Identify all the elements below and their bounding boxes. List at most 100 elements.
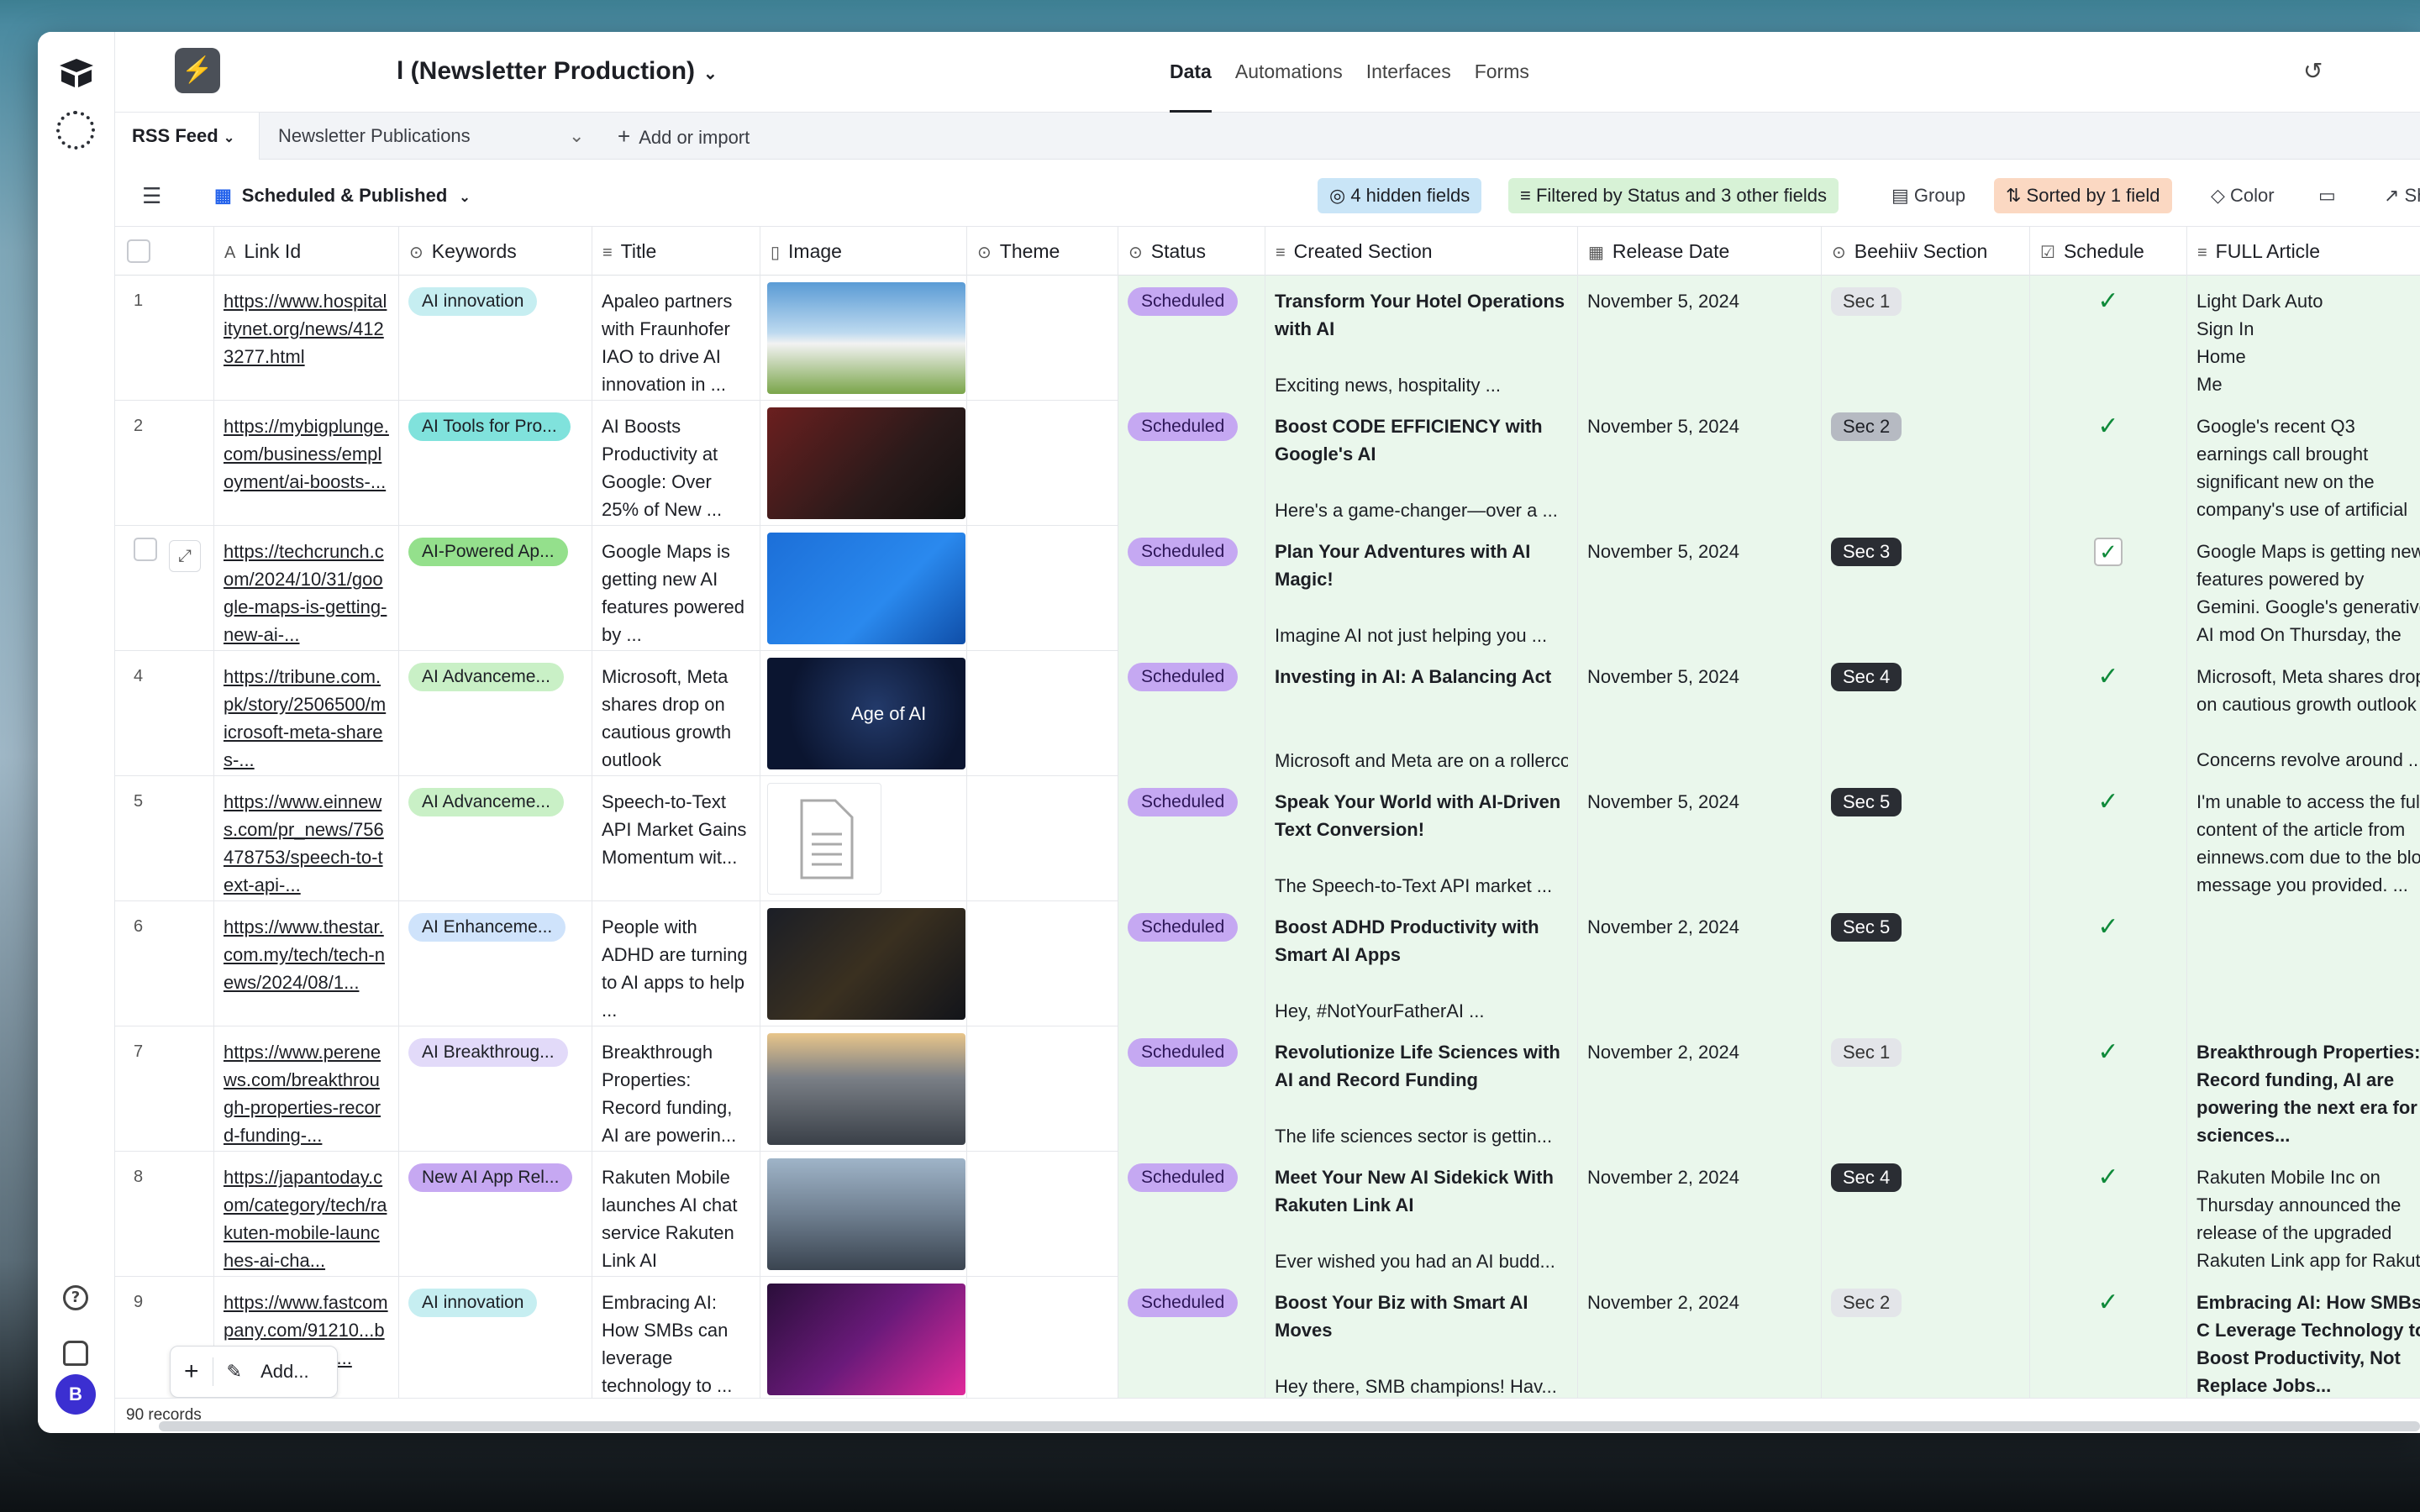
status-cell[interactable]: Scheduled bbox=[1118, 276, 1265, 401]
view-switcher[interactable]: ▦ Scheduled & Published ⌄ bbox=[203, 178, 482, 213]
column-header-full-article[interactable]: ≡ FULL Article bbox=[2187, 227, 2420, 276]
keywords-cell[interactable]: AI innovation bbox=[399, 276, 592, 401]
beehiiv-section-cell[interactable]: Sec 3 bbox=[1822, 526, 2030, 651]
table-row[interactable]: 8 https://japantoday.com/category/tech/ra… bbox=[115, 1152, 2420, 1277]
release-date-cell[interactable]: November 5, 2024 bbox=[1578, 401, 1822, 526]
filter-button[interactable]: ≡ Filtered by Status and 3 other fields bbox=[1508, 178, 1839, 213]
row-number[interactable]: ⤢ bbox=[115, 526, 214, 651]
link-url[interactable]: https://mybigplunge.com/business/employm… bbox=[224, 416, 389, 492]
schedule-cell[interactable]: ✓ bbox=[2030, 526, 2187, 651]
theme-cell[interactable] bbox=[967, 526, 1118, 651]
more-tables-chevron-icon[interactable]: ⌄ bbox=[552, 113, 601, 160]
image-cell[interactable] bbox=[760, 901, 967, 1026]
link-id-cell[interactable]: https://japantoday.com/category/tech/rak… bbox=[214, 1152, 399, 1277]
release-date-cell[interactable]: November 2, 2024 bbox=[1578, 1152, 1822, 1277]
row-number[interactable]: 2 bbox=[115, 401, 214, 526]
keywords-cell[interactable]: AI Advanceme... bbox=[399, 776, 592, 901]
created-section-cell[interactable]: Plan Your Adventures with AI Magic! Imagi… bbox=[1265, 526, 1578, 651]
table-row[interactable]: ⤢ https://techcrunch.com/2024/10/31/googl… bbox=[115, 526, 2420, 651]
row-checkbox[interactable] bbox=[134, 538, 157, 561]
row-number[interactable]: 5 bbox=[115, 776, 214, 901]
schedule-cell[interactable]: ✓ bbox=[2030, 1026, 2187, 1152]
image-cell[interactable] bbox=[760, 1152, 967, 1277]
release-date-cell[interactable]: November 2, 2024 bbox=[1578, 901, 1822, 1026]
menu-icon[interactable]: ☰ bbox=[130, 178, 173, 213]
tab-forms[interactable]: Forms bbox=[1475, 60, 1529, 113]
full-article-cell[interactable] bbox=[2187, 901, 2420, 1026]
document-placeholder-icon[interactable] bbox=[767, 783, 881, 895]
article-thumbnail[interactable] bbox=[767, 1158, 965, 1270]
full-article-cell[interactable]: Breakthrough Properties: Record funding,… bbox=[2187, 1026, 2420, 1152]
status-cell[interactable]: Scheduled bbox=[1118, 776, 1265, 901]
schedule-cell[interactable]: ✓ bbox=[2030, 276, 2187, 401]
table-row[interactable]: 4 https://tribune.com.pk/story/2506500/mi… bbox=[115, 651, 2420, 776]
hidden-fields-button[interactable]: ◎ 4 hidden fields bbox=[1318, 178, 1482, 213]
schedule-cell[interactable]: ✓ bbox=[2030, 1277, 2187, 1402]
release-date-cell[interactable]: November 5, 2024 bbox=[1578, 526, 1822, 651]
article-thumbnail[interactable] bbox=[767, 1284, 965, 1395]
airtable-logo-icon[interactable] bbox=[58, 57, 95, 89]
add-record-button[interactable]: + bbox=[171, 1357, 213, 1386]
add-with-ai-button[interactable]: ✎ Add... bbox=[213, 1361, 336, 1383]
row-number[interactable]: 8 bbox=[115, 1152, 214, 1277]
beehiiv-section-cell[interactable]: Sec 4 bbox=[1822, 651, 2030, 776]
help-icon[interactable]: ? bbox=[63, 1285, 88, 1310]
status-cell[interactable]: Scheduled bbox=[1118, 526, 1265, 651]
image-cell[interactable] bbox=[760, 1277, 967, 1402]
beehiiv-section-cell[interactable]: Sec 2 bbox=[1822, 1277, 2030, 1402]
image-cell[interactable] bbox=[760, 401, 967, 526]
row-number[interactable]: 1 bbox=[115, 276, 214, 401]
article-thumbnail[interactable] bbox=[767, 1033, 965, 1145]
column-header-status[interactable]: ⊙ Status bbox=[1118, 227, 1265, 276]
beehiiv-section-cell[interactable]: Sec 4 bbox=[1822, 1152, 2030, 1277]
tab-interfaces[interactable]: Interfaces bbox=[1366, 60, 1451, 113]
full-article-cell[interactable]: I'm unable to access the full content of… bbox=[2187, 776, 2420, 901]
link-url[interactable]: https://tribune.com.pk/story/2506500/mic… bbox=[224, 666, 386, 770]
link-id-cell[interactable]: https://mybigplunge.com/business/employm… bbox=[214, 401, 399, 526]
status-cell[interactable]: Scheduled bbox=[1118, 1152, 1265, 1277]
status-cell[interactable]: Scheduled bbox=[1118, 901, 1265, 1026]
table-row[interactable]: 2 https://mybigplunge.com/business/employ… bbox=[115, 401, 2420, 526]
table-row[interactable]: 9https://www.fastcompany.com/91210...bra… bbox=[115, 1277, 2420, 1402]
schedule-cell[interactable]: ✓ bbox=[2030, 651, 2187, 776]
checkmark-icon[interactable]: ✓ bbox=[2039, 663, 2177, 690]
created-section-cell[interactable]: Speak Your World with AI-Driven Text Con… bbox=[1265, 776, 1578, 901]
checkmark-icon[interactable]: ✓ bbox=[2039, 788, 2177, 816]
table-row[interactable]: 1 https://www.hospitalitynet.org/news/412… bbox=[115, 276, 2420, 401]
release-date-cell[interactable]: November 5, 2024 bbox=[1578, 776, 1822, 901]
link-id-cell[interactable]: https://www.hospitalitynet.org/news/4123… bbox=[214, 276, 399, 401]
title-cell[interactable]: Speech-to-Text API Market Gains Momentum… bbox=[592, 776, 760, 901]
link-url[interactable]: https://www.einnews.com/pr_news/75647875… bbox=[224, 791, 384, 895]
beehiiv-section-cell[interactable]: Sec 5 bbox=[1822, 901, 2030, 1026]
release-date-cell[interactable]: November 2, 2024 bbox=[1578, 1277, 1822, 1402]
status-cell[interactable]: Scheduled bbox=[1118, 401, 1265, 526]
select-all-checkbox[interactable] bbox=[115, 227, 214, 276]
share-button[interactable]: ↗ Share bbox=[2372, 178, 2420, 213]
created-section-cell[interactable]: Meet Your New AI Sidekick With Rakuten L… bbox=[1265, 1152, 1578, 1277]
column-header-created-section[interactable]: ≡ Created Section bbox=[1265, 227, 1578, 276]
column-header-keywords[interactable]: ⊙ Keywords bbox=[399, 227, 592, 276]
checkmark-icon[interactable]: ✓ bbox=[2039, 1163, 2177, 1191]
checkmark-icon[interactable]: ✓ bbox=[2039, 1289, 2177, 1316]
schedule-checkbox[interactable]: ✓ bbox=[2094, 538, 2123, 566]
notifications-bell-icon[interactable] bbox=[63, 1341, 88, 1366]
checkmark-icon[interactable]: ✓ bbox=[2039, 913, 2177, 941]
avatar[interactable]: B bbox=[55, 1374, 96, 1415]
schedule-cell[interactable]: ✓ bbox=[2030, 1152, 2187, 1277]
link-url[interactable]: https://www.hospitalitynet.org/news/4123… bbox=[224, 291, 387, 367]
theme-cell[interactable] bbox=[967, 901, 1118, 1026]
column-header-link-id[interactable]: A Link Id bbox=[214, 227, 399, 276]
keywords-cell[interactable]: AI Enhanceme... bbox=[399, 901, 592, 1026]
article-thumbnail[interactable]: Age of AI bbox=[767, 658, 965, 769]
lightning-icon[interactable]: ⚡ bbox=[175, 48, 220, 93]
link-url[interactable]: https://www.perenews.com/breakthrough-pr… bbox=[224, 1042, 381, 1146]
schedule-cell[interactable]: ✓ bbox=[2030, 901, 2187, 1026]
theme-cell[interactable] bbox=[967, 776, 1118, 901]
column-header-theme[interactable]: ⊙ Theme bbox=[967, 227, 1118, 276]
full-article-cell[interactable]: Google's recent Q3 earnings call brought… bbox=[2187, 401, 2420, 526]
keywords-cell[interactable]: AI innovation bbox=[399, 1277, 592, 1402]
beehiiv-section-cell[interactable]: Sec 1 bbox=[1822, 276, 2030, 401]
full-article-cell[interactable]: Google Maps is getting new features powe… bbox=[2187, 526, 2420, 651]
full-article-cell[interactable]: Microsoft, Meta shares drop on cautious … bbox=[2187, 651, 2420, 776]
checkmark-icon[interactable]: ✓ bbox=[2039, 287, 2177, 315]
